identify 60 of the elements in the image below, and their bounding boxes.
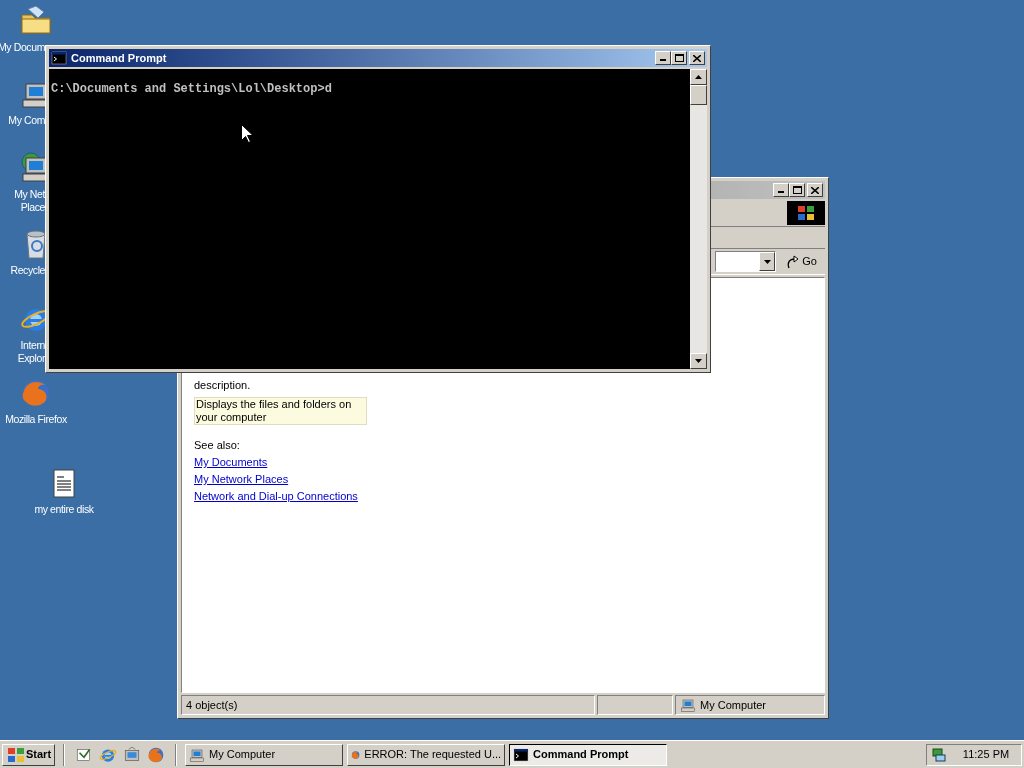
fox-globe-icon	[20, 377, 52, 409]
desktop-icon-label[interactable]: Explor	[17, 352, 45, 365]
see-also-link[interactable]: My Network Places	[194, 473, 289, 486]
scroll-thumb[interactable]	[690, 85, 707, 105]
windows-flag-icon	[798, 206, 814, 220]
minimize-icon	[778, 191, 784, 193]
minimize-button[interactable]	[655, 51, 671, 65]
desktop-icon-label[interactable]: Intern	[20, 339, 45, 352]
start-button[interactable]: Start	[2, 743, 56, 766]
console-icon	[51, 50, 67, 66]
windows-flag-icon	[8, 747, 24, 762]
see-also-link[interactable]: Network and Dial-up Connections	[194, 490, 358, 503]
close-button[interactable]	[689, 51, 705, 65]
close-icon	[693, 54, 701, 62]
mouse-cursor-icon	[241, 124, 253, 143]
maximize-icon	[674, 54, 684, 62]
down-arrow-icon	[695, 359, 702, 363]
clock: 11:25 PM	[961, 747, 1011, 763]
taskbar-button[interactable]: ERROR: The requested U...	[347, 743, 506, 766]
desktop-icon-label[interactable]: Place	[20, 201, 45, 214]
desktop-icon-label[interactable]: My Com	[8, 114, 45, 127]
fox-globe-icon	[147, 745, 166, 764]
desktop-icon-label[interactable]: my entire disk	[34, 503, 94, 516]
quick-launch-button[interactable]	[123, 745, 142, 764]
maximize-button[interactable]	[789, 183, 805, 197]
close-button[interactable]	[807, 183, 823, 197]
desktop-icon-label[interactable]: My Net	[14, 188, 45, 201]
computer-icon	[189, 746, 206, 763]
see-also-label: See also:	[194, 439, 241, 452]
folder-icon	[20, 5, 52, 37]
close-icon	[811, 186, 819, 194]
minimize-icon	[660, 59, 666, 61]
zone-label: My Computer	[700, 697, 767, 713]
maximize-button[interactable]	[671, 51, 687, 65]
scroll-down-button[interactable]	[690, 353, 707, 369]
channel-icon	[123, 745, 142, 764]
window-title: Command Prompt	[71, 50, 168, 66]
minimize-button[interactable]	[773, 183, 789, 197]
taskbar-button[interactable]: Command Prompt	[509, 743, 668, 766]
taskbar-button[interactable]: My Computer	[185, 743, 344, 766]
desktop-icon-label[interactable]: Recycle	[10, 264, 45, 277]
up-arrow-icon	[695, 75, 702, 79]
console-line: C:\Documents and Settings\Lol\Desktop>d	[51, 81, 333, 97]
dropdown-button[interactable]	[759, 252, 776, 271]
vertical-scrollbar[interactable]	[690, 69, 707, 369]
address-field[interactable]	[715, 251, 777, 272]
item-description-tooltip: Displays the files and folders on your computer	[194, 397, 367, 425]
quick-launch-button[interactable]	[147, 745, 166, 764]
maximize-icon	[792, 186, 802, 194]
go-button[interactable]: Go	[782, 251, 821, 272]
console-icon	[513, 746, 530, 763]
status-bar-text: 4 object(s)	[181, 695, 595, 715]
computer-icon	[680, 697, 696, 713]
network-tray-icon[interactable]	[931, 746, 947, 763]
go-arrow-icon	[786, 254, 801, 269]
desktop-icon-label[interactable]: Mozilla Firefox	[5, 413, 67, 426]
see-also-link[interactable]: My Documents	[194, 456, 268, 469]
description-text: description.	[194, 379, 252, 392]
scroll-up-button[interactable]	[690, 69, 707, 85]
caret-icon	[763, 259, 771, 264]
